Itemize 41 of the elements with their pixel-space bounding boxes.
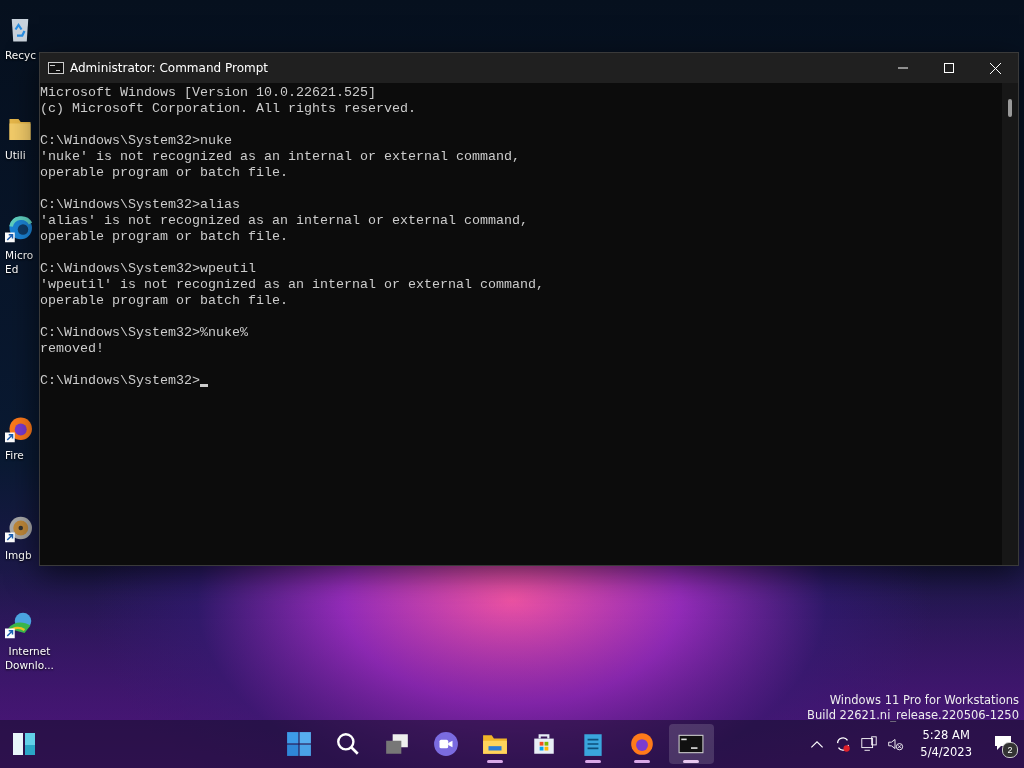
fox-browser-icon bbox=[629, 731, 656, 757]
edition-notice-text: Windows 11 Pro for Workstations bbox=[828, 693, 1019, 708]
console-line: C:\Windows\System32>nuke bbox=[40, 133, 232, 149]
console-line: C:\Windows\System32>wpeutil bbox=[40, 261, 256, 277]
clock[interactable]: 5:28 AM 5/4/2023 bbox=[912, 727, 980, 761]
widgets-icon[interactable] bbox=[12, 732, 36, 756]
scrollbar-thumb[interactable] bbox=[1008, 99, 1012, 117]
notification-button[interactable]: 2 bbox=[988, 728, 1018, 760]
console-icon bbox=[48, 62, 64, 74]
window-title: Administrator: Command Prompt bbox=[70, 61, 268, 75]
console-line: 'wpeutil' is not recognized as an internal or external command, bbox=[40, 277, 544, 293]
network-icon[interactable] bbox=[860, 735, 879, 753]
edition-notice-text: Build 22621.ni_release.220506-1250 bbox=[807, 708, 1019, 723]
date-text: 5/4/2023 bbox=[920, 744, 972, 761]
desktop-icon-label[interactable]: Utili bbox=[5, 148, 26, 162]
video-chat-icon bbox=[433, 731, 460, 757]
console-line: removed! bbox=[40, 341, 104, 357]
maximize-icon bbox=[944, 63, 954, 73]
console-line: C:\Windows\System32>%nuke% bbox=[40, 325, 248, 341]
sync-icon[interactable] bbox=[834, 735, 853, 753]
console-line: operable program or batch file. bbox=[40, 293, 288, 309]
console-line: Microsoft Windows [Version 10.0.22621.525] bbox=[40, 85, 376, 101]
console-line: 'alias' is not recognized as an internal or external command, bbox=[40, 213, 528, 229]
desktop-icon-label[interactable]: Imgb bbox=[5, 548, 32, 562]
close-icon bbox=[989, 62, 1001, 74]
console-line: 'nuke' is not recognized as an internal or external command, bbox=[40, 149, 520, 165]
windows-logo-icon bbox=[286, 731, 313, 757]
desktop-icon-label[interactable]: Micro Ed bbox=[5, 248, 34, 276]
desktop-icon-label[interactable]: Fire bbox=[5, 448, 24, 462]
console-line: C:\Windows\System32> bbox=[40, 373, 200, 389]
command-prompt-button[interactable] bbox=[668, 724, 714, 764]
console-line: (c) Microsoft Corporation. All rights reserved. bbox=[40, 101, 416, 117]
console-line: C:\Windows\System32>alias bbox=[40, 197, 240, 213]
time-text: 5:28 AM bbox=[922, 727, 970, 744]
desktop-icon-label[interactable]: Recyc bbox=[5, 48, 37, 62]
notification-count-badge: 2 bbox=[1002, 742, 1018, 758]
console-line: operable program or batch file. bbox=[40, 229, 288, 245]
scrollbar[interactable] bbox=[1002, 83, 1018, 565]
task-view-icon bbox=[384, 731, 411, 757]
console-line: operable program or batch file. bbox=[40, 165, 288, 181]
desktop-icon-label[interactable]: Internet Downlo... bbox=[5, 644, 54, 672]
